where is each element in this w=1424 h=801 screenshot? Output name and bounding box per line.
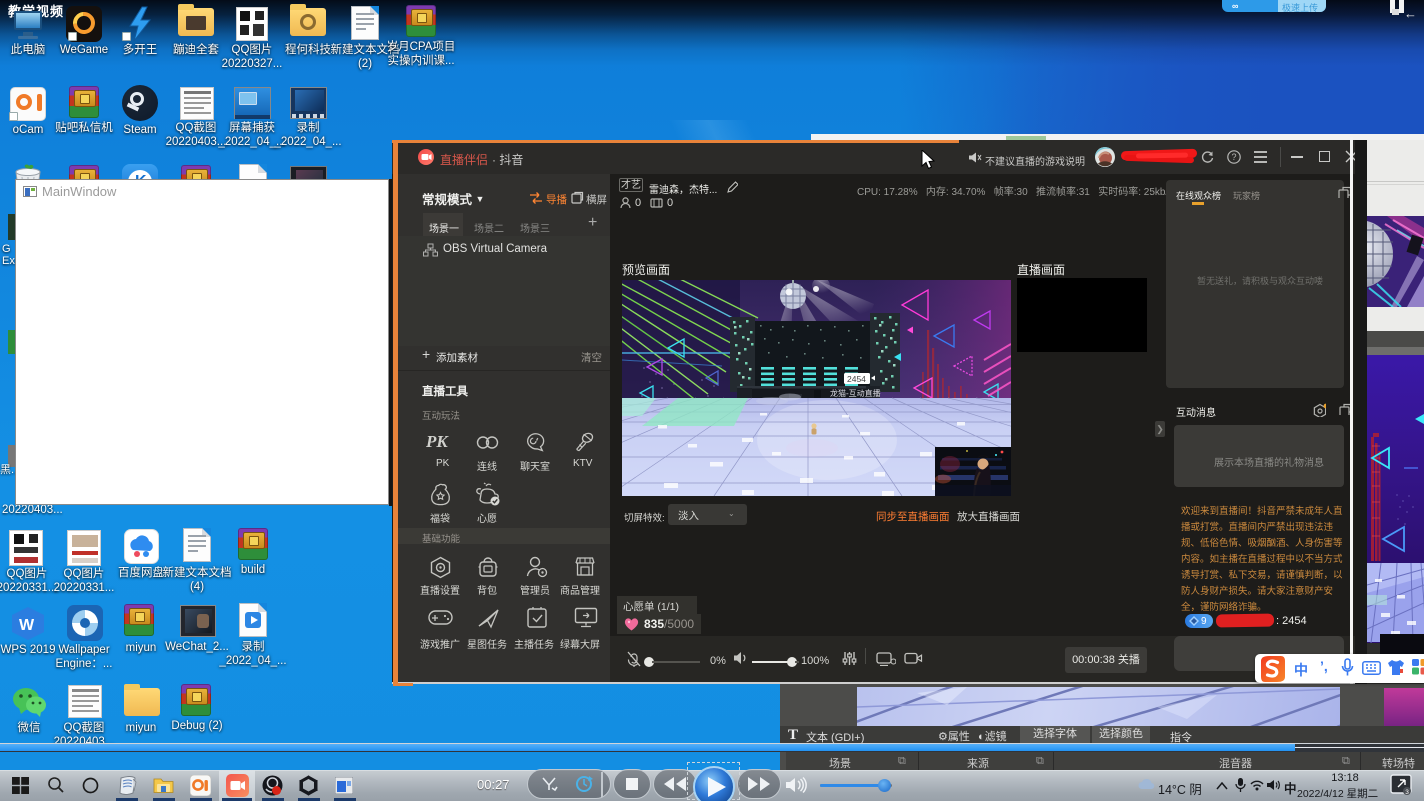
svg-text:?: ? bbox=[1232, 152, 1237, 162]
svg-text:3: 3 bbox=[1405, 789, 1409, 796]
svg-text:龙猫-互动直播: 龙猫-互动直播 bbox=[830, 388, 881, 398]
svg-text:2454: 2454 bbox=[847, 374, 866, 384]
svg-text:W: W bbox=[19, 617, 35, 634]
